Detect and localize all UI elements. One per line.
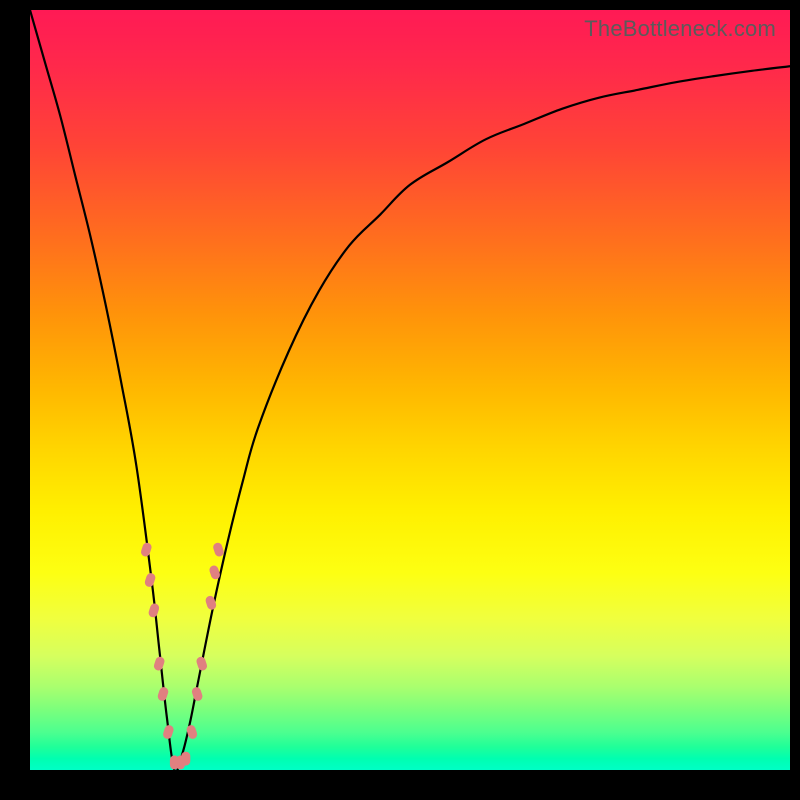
curve-marker <box>144 572 157 588</box>
watermark-text: TheBottleneck.com <box>584 16 776 42</box>
curve-marker <box>140 542 153 558</box>
curve-marker <box>147 602 160 618</box>
marker-layer <box>140 542 225 770</box>
curve-marker <box>191 686 204 702</box>
curve-marker <box>162 724 175 740</box>
curve-marker <box>195 656 208 672</box>
curve-marker <box>157 686 170 702</box>
plot-area: TheBottleneck.com <box>30 10 790 770</box>
curve-marker <box>153 656 166 672</box>
bottleneck-curve <box>30 10 790 770</box>
chart-frame: TheBottleneck.com <box>0 0 800 800</box>
curve-marker <box>181 752 190 766</box>
bottleneck-chart-svg <box>30 10 790 770</box>
curve-marker <box>212 542 225 558</box>
